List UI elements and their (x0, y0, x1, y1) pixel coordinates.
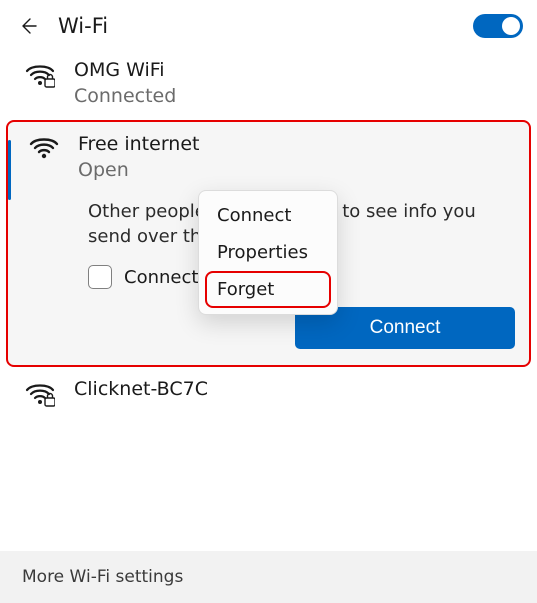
network-text: Free internet Open (78, 132, 199, 182)
network-item-partial (0, 417, 537, 431)
network-status: Connected (74, 84, 176, 109)
context-forget[interactable]: Forget (205, 271, 331, 308)
page-title: Wi-Fi (58, 14, 473, 38)
context-properties[interactable]: Properties (205, 234, 331, 271)
more-wifi-settings-label: More Wi-Fi settings (22, 567, 183, 587)
network-name: OMG WiFi (74, 58, 176, 84)
back-button[interactable] (18, 10, 50, 42)
wifi-secured-icon (24, 377, 56, 407)
network-text: OMG WiFi Connected (74, 58, 176, 108)
network-text: Clicknet-BC7C (74, 377, 208, 403)
wifi-icon (24, 425, 56, 431)
context-menu: Connect Properties Forget (198, 190, 338, 315)
context-connect[interactable]: Connect (205, 197, 331, 234)
network-status: Open (78, 158, 199, 183)
auto-connect-checkbox[interactable] (88, 265, 112, 289)
network-item[interactable]: OMG WiFi Connected (0, 50, 537, 118)
wifi-open-icon (28, 132, 60, 160)
wifi-secured-icon (24, 58, 56, 88)
network-item[interactable]: Clicknet-BC7C (0, 369, 537, 417)
more-wifi-settings[interactable]: More Wi-Fi settings (0, 551, 537, 603)
network-name: Clicknet-BC7C (74, 377, 208, 403)
wifi-toggle[interactable] (473, 14, 523, 38)
network-header: Free internet Open (8, 122, 529, 192)
header-bar: Wi-Fi (0, 0, 537, 48)
network-name: Free internet (78, 132, 199, 158)
back-arrow-icon (18, 16, 38, 36)
